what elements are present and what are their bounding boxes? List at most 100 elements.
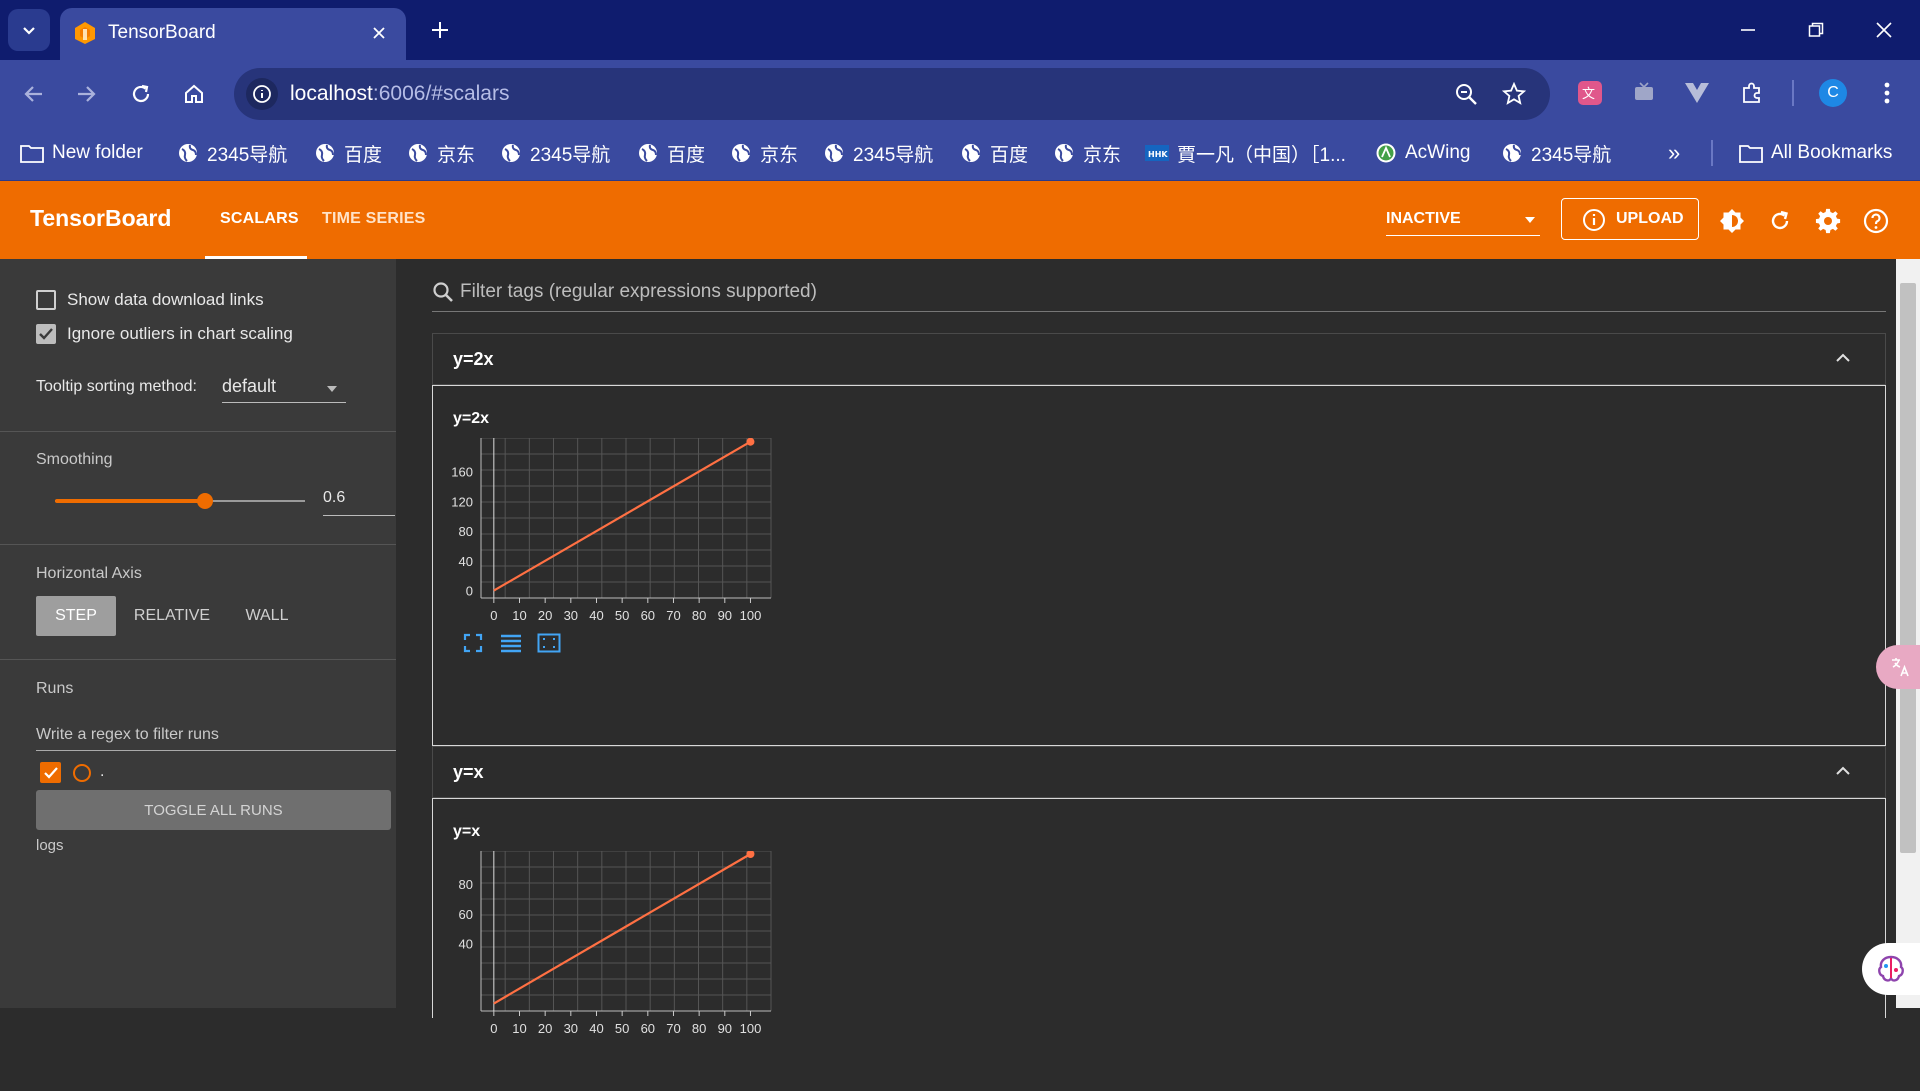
- series-end-point: [746, 438, 755, 446]
- fit-domain-icon[interactable]: [537, 631, 561, 655]
- bookmark-item[interactable]: 2345导航: [177, 138, 287, 168]
- axis-wall-button[interactable]: WALL: [232, 596, 302, 636]
- chevron-down-icon: [23, 27, 35, 35]
- minimize-icon[interactable]: [1728, 14, 1768, 46]
- checkmark-icon: [43, 766, 58, 779]
- translate-extension-icon[interactable]: 文: [1573, 76, 1607, 110]
- globe-icon: [825, 144, 843, 162]
- x-tick-label: 0: [490, 608, 497, 623]
- x-tick-label: 10: [512, 608, 526, 623]
- smoothing-slider-thumb[interactable]: [197, 493, 213, 509]
- sidebar-divider: [0, 431, 396, 432]
- extensions-puzzle-icon[interactable]: [1735, 76, 1769, 110]
- bookmark-item[interactable]: New folder: [20, 138, 143, 168]
- reload-icon[interactable]: [121, 74, 161, 114]
- tv-extension-icon[interactable]: [1627, 76, 1661, 110]
- tab-search-button[interactable]: [8, 9, 50, 51]
- x-tick-label: 60: [641, 1021, 655, 1036]
- bookmark-item[interactable]: 百度: [314, 138, 382, 168]
- bookmarks-overflow-button[interactable]: »: [1668, 138, 1680, 168]
- forward-arrow-icon[interactable]: [66, 74, 106, 114]
- vue-devtools-icon[interactable]: [1680, 76, 1714, 110]
- bookmark-item[interactable]: 2345导航: [500, 138, 610, 168]
- bookmark-label: 京东: [1083, 144, 1122, 166]
- bookmark-item[interactable]: 京东: [1053, 138, 1121, 168]
- inactive-plugins-select[interactable]: INACTIVE: [1386, 207, 1540, 236]
- bookmark-item[interactable]: HHK 賈一凡（中国）［1...: [1145, 138, 1346, 168]
- y-tick-label: 0: [466, 584, 473, 599]
- tab-scalars[interactable]: SCALARS: [220, 210, 299, 228]
- dark-mode-toggle-icon[interactable]: [1717, 206, 1747, 236]
- profile-avatar[interactable]: C: [1816, 76, 1850, 110]
- bookmark-item[interactable]: 2345导航: [1501, 138, 1611, 168]
- y-tick-label: 80: [459, 524, 473, 539]
- zoom-icon[interactable]: [1452, 80, 1480, 108]
- site-info-icon[interactable]: [246, 78, 278, 110]
- series-line: [493, 853, 752, 1005]
- fullscreen-icon[interactable]: [461, 631, 485, 655]
- run-name: .: [100, 763, 105, 780]
- refresh-icon[interactable]: [1765, 206, 1795, 236]
- close-tab-icon[interactable]: [366, 20, 392, 46]
- tag-filter-input[interactable]: Filter tags (regular expressions support…: [432, 275, 1886, 312]
- url-text[interactable]: localhost:6006/#scalars: [290, 80, 509, 108]
- settings-gear-icon[interactable]: [1813, 206, 1843, 236]
- smoothing-value-input[interactable]: 0.6: [323, 485, 395, 516]
- x-tick-label: 100: [740, 1021, 762, 1036]
- bookmark-item[interactable]: 百度: [960, 138, 1028, 168]
- close-window-icon[interactable]: [1864, 14, 1904, 46]
- data-table-icon[interactable]: [499, 631, 523, 655]
- upload-button[interactable]: UPLOAD: [1561, 198, 1699, 240]
- tab-time-series[interactable]: TIME SERIES: [322, 210, 426, 228]
- floating-translate-icon[interactable]: [1876, 645, 1920, 689]
- page-scrollbar[interactable]: [1896, 259, 1920, 1008]
- browser-menu-icon[interactable]: [1870, 76, 1904, 110]
- address-bar[interactable]: localhost:6006/#scalars: [234, 68, 1550, 120]
- logdir-label: logs: [36, 837, 64, 854]
- runs-filter-input[interactable]: Write a regex to filter runs: [36, 718, 396, 751]
- bookmark-star-icon[interactable]: [1500, 80, 1528, 108]
- bookmark-item[interactable]: 2345导航: [823, 138, 933, 168]
- chevron-up-icon[interactable]: [1835, 352, 1851, 362]
- chart-title: y=x: [453, 823, 481, 840]
- axis-step-button[interactable]: STEP: [36, 596, 116, 636]
- tag-group-header[interactable]: y=x: [432, 746, 1886, 798]
- new-tab-icon[interactable]: [424, 14, 456, 46]
- x-tick-label: 80: [692, 608, 706, 623]
- globe-icon: [732, 144, 750, 162]
- globe-icon: [1055, 144, 1073, 162]
- run-color-indicator[interactable]: [73, 764, 91, 782]
- ignore-outliers-checkbox[interactable]: [36, 324, 56, 344]
- smoothing-slider-fill: [55, 499, 205, 503]
- help-icon[interactable]: [1861, 206, 1891, 236]
- bookmark-item[interactable]: 京东: [730, 138, 798, 168]
- all-bookmarks-button[interactable]: All Bookmarks: [1739, 138, 1892, 168]
- bookmark-item[interactable]: 京东: [407, 138, 475, 168]
- settings-sidebar: Show data download links Ignore outliers…: [0, 259, 396, 1008]
- bookmark-label: 百度: [667, 144, 706, 166]
- tooltip-sorting-select[interactable]: default: [222, 374, 346, 403]
- browser-tab-tensorboard[interactable]: TensorBoard: [60, 8, 406, 60]
- chevron-up-icon[interactable]: [1835, 765, 1851, 775]
- floating-ai-assistant-icon[interactable]: [1862, 943, 1920, 995]
- axis-relative-button[interactable]: RELATIVE: [128, 596, 216, 636]
- globe-icon: [1503, 144, 1521, 162]
- scrollbar-thumb[interactable]: [1900, 283, 1916, 853]
- restore-icon[interactable]: [1796, 14, 1836, 46]
- home-icon[interactable]: [174, 74, 214, 114]
- line-chart[interactable]: 0 10 20 30 40 50 60 70 80 90 100 40 60 80: [441, 851, 861, 1091]
- bookmark-label: 百度: [990, 144, 1029, 166]
- toggle-all-runs-button[interactable]: TOGGLE ALL RUNS: [36, 790, 391, 830]
- bookmark-item[interactable]: 百度: [637, 138, 705, 168]
- tooltip-sorting-label: Tooltip sorting method:: [36, 378, 197, 395]
- smoothing-value: 0.6: [323, 489, 346, 506]
- bookmark-item[interactable]: AcWing: [1375, 138, 1470, 168]
- chart-title: y=2x: [453, 410, 490, 427]
- globe-icon: [316, 144, 334, 162]
- svg-text:HHK: HHK: [1148, 150, 1168, 159]
- back-arrow-icon[interactable]: [14, 74, 54, 114]
- show-download-links-checkbox[interactable]: [36, 290, 56, 310]
- tag-group-header[interactable]: y=2x: [432, 333, 1886, 385]
- tag-group-title: y=x: [453, 762, 484, 782]
- run-checkbox[interactable]: [40, 762, 61, 783]
